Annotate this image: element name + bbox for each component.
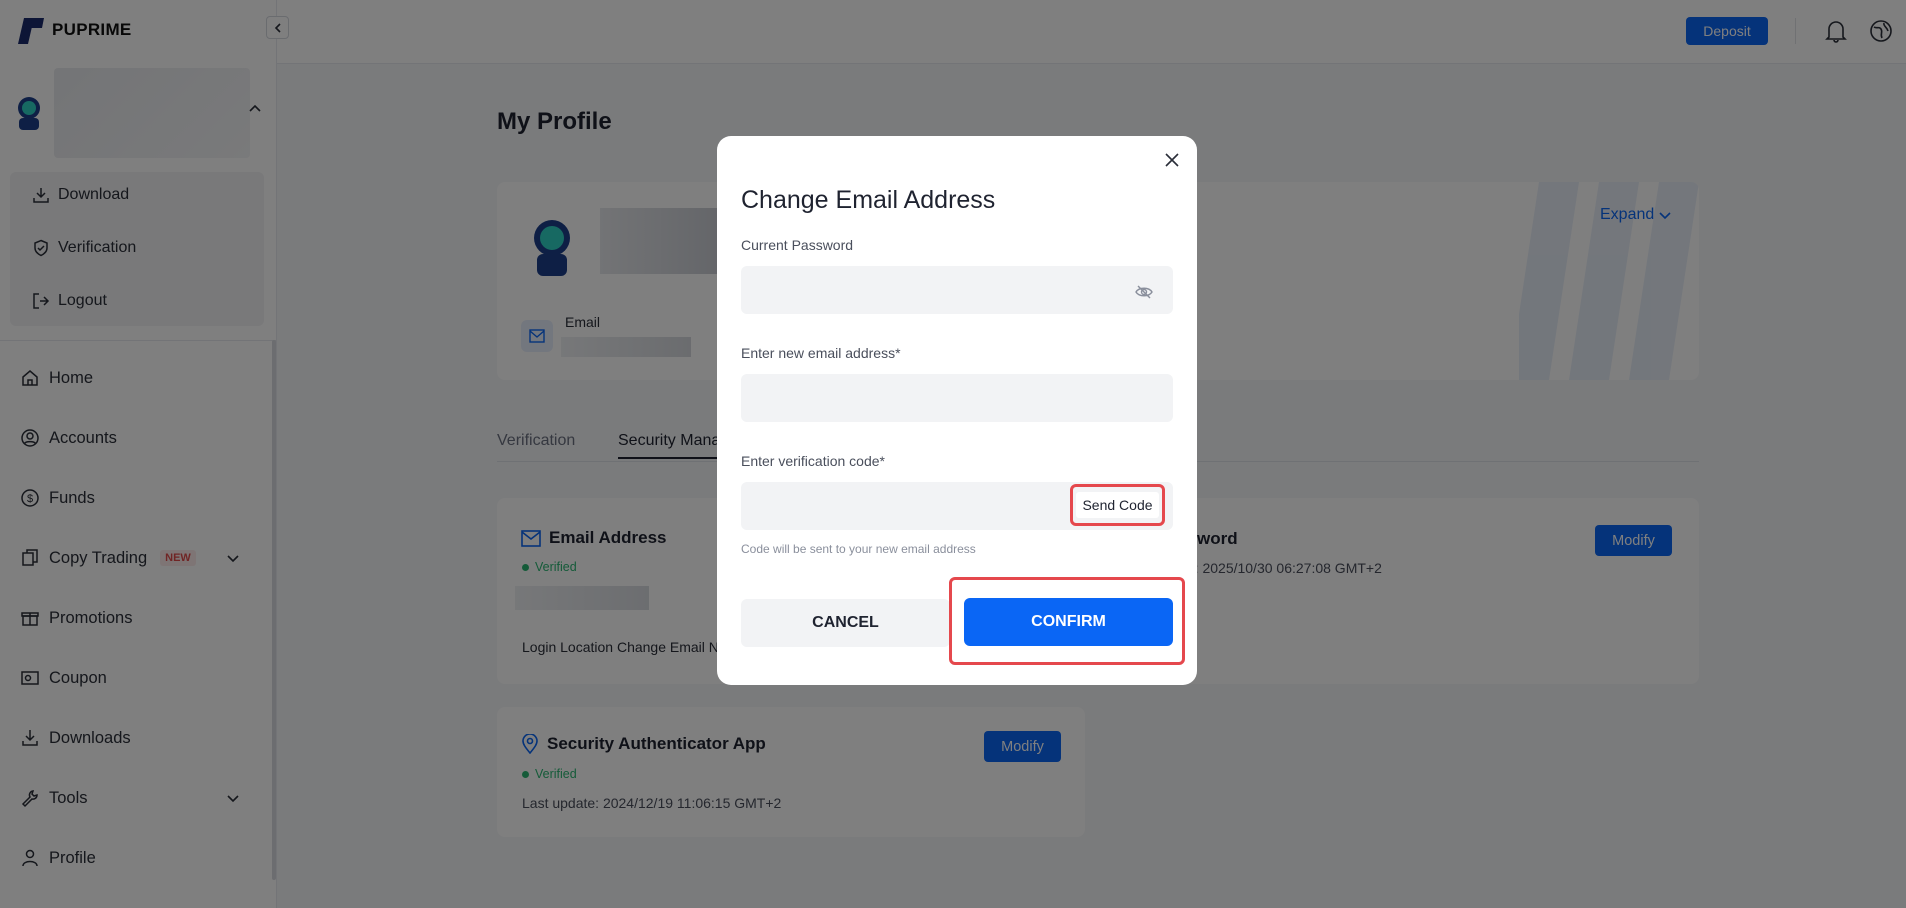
change-email-modal: Change Email Address Current Password En… — [717, 136, 1197, 685]
eye-off-icon[interactable] — [1135, 283, 1153, 301]
modal-title: Change Email Address — [741, 186, 996, 214]
verification-hint: Code will be sent to your new email addr… — [741, 542, 976, 556]
current-password-field[interactable] — [741, 266, 1173, 314]
new-email-field[interactable] — [741, 374, 1173, 422]
verification-code-label: Enter verification code* — [741, 453, 885, 469]
close-icon[interactable] — [1162, 150, 1182, 170]
new-email-label: Enter new email address* — [741, 345, 901, 361]
confirm-button[interactable]: CONFIRM — [964, 598, 1173, 646]
current-password-label: Current Password — [741, 237, 854, 253]
send-code-highlight: Send Code — [1070, 484, 1165, 526]
cancel-button[interactable]: CANCEL — [741, 599, 950, 647]
send-code-button[interactable]: Send Code — [1076, 492, 1159, 518]
